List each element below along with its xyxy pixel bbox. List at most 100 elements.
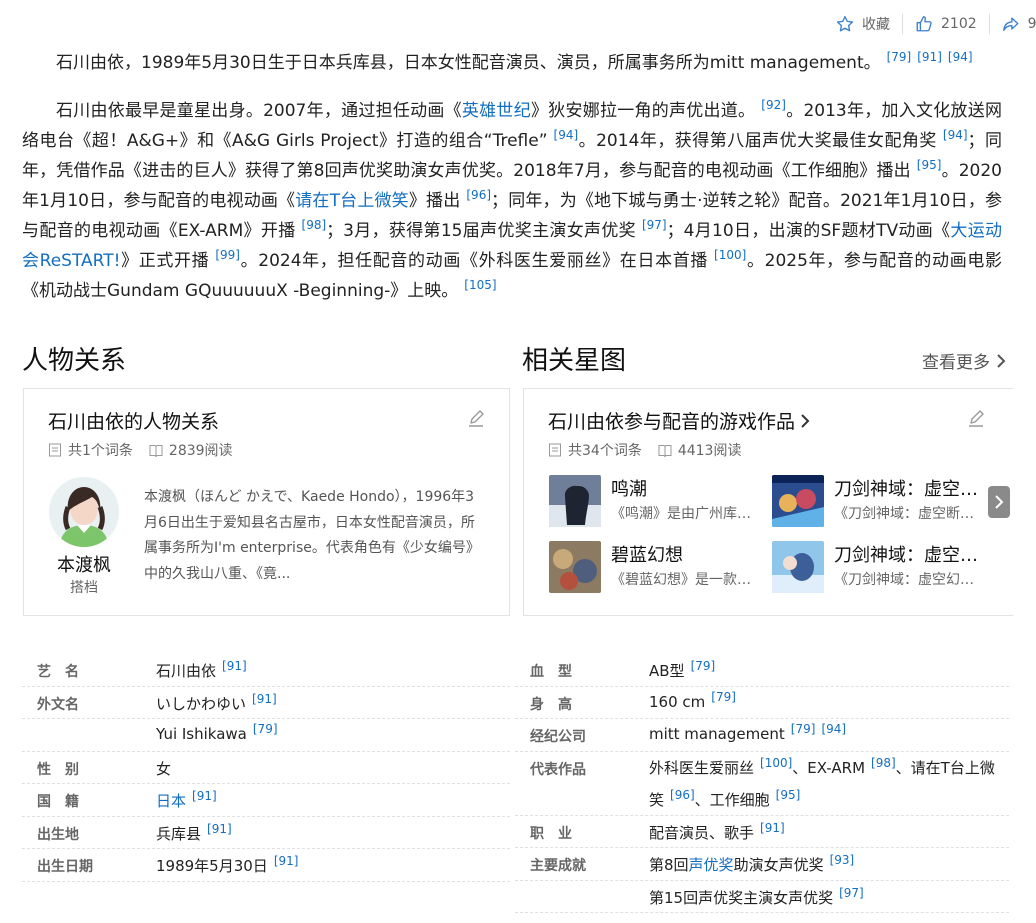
citation-ref[interactable]: [94] — [948, 50, 973, 64]
info-key: 出生日期 — [37, 859, 93, 875]
person-name[interactable]: 本渡枫 — [34, 551, 134, 577]
view-more-label: 查看更多 — [922, 353, 990, 373]
info-row: 血 型 AB型 [79] — [515, 654, 1009, 687]
avatar[interactable] — [49, 477, 119, 547]
info-row: 经纪公司 mitt management [79] [94] — [515, 719, 1009, 752]
inline-link[interactable]: 英雄世纪 — [462, 101, 531, 121]
text-segment: 外科医生爱丽丝 — [649, 758, 755, 777]
action-bar: 收藏 2102 98 — [836, 12, 1036, 36]
info-value: 石川由依 [91] — [156, 660, 247, 681]
text-segment: 石川由依 — [156, 662, 217, 680]
inline-link[interactable]: 声优奖 — [689, 856, 734, 874]
citation-ref[interactable]: [79] — [691, 659, 716, 673]
citation-ref[interactable]: [79] — [253, 722, 278, 736]
info-row: 外文名 いしかわゆい [91] — [22, 687, 510, 719]
info-value: 配音演员、歌手 [91] — [649, 822, 785, 843]
carousel-next-button[interactable] — [988, 486, 1010, 518]
game-name: 鸣潮 — [611, 479, 647, 500]
relation-card-title[interactable]: 石川由依的人物关系 — [48, 407, 219, 434]
info-row: 身 高 160 cm [79] — [515, 687, 1009, 719]
citation-ref[interactable]: [97] — [642, 218, 667, 232]
person-role: 搭档 — [70, 580, 98, 596]
star-card-meta: 共34个词条 4413阅读 — [548, 440, 741, 460]
citation-ref[interactable]: [91] — [274, 854, 299, 868]
game-name: 刀剑神域：虚空断章 — [834, 479, 984, 500]
game-thumbnail — [549, 541, 601, 593]
citation-ref[interactable]: [79] — [791, 722, 816, 736]
favorite-button[interactable]: 收藏 — [836, 14, 890, 34]
citation-ref[interactable]: [92] — [761, 98, 786, 112]
info-column-left: 艺 名 石川由依 [91] 外文名 いしかわゆい [91] Yui Ishikawa [79]… — [22, 654, 510, 882]
info-row: 出生日期 1989年5月30日 [91] — [22, 849, 510, 882]
game-item[interactable]: 刀剑神域：虚空断章 《刀剑神域：虚空断章》... — [772, 475, 987, 529]
game-item[interactable]: 碧蓝幻想 《碧蓝幻想》是一款由... — [549, 541, 764, 595]
text-segment: 助演女声优奖 — [733, 856, 824, 874]
citation-ref[interactable]: [79] — [887, 50, 912, 64]
info-value: 外科医生爱丽丝 [100]、EX-ARM [98]、请在T台上微笑 [96]、工作细胞… — [649, 752, 1004, 816]
text-segment: 1989年5月30日 — [156, 857, 268, 875]
game-item[interactable]: 鸣潮 《鸣潮》是由广州库洛科技... — [549, 475, 764, 529]
divider — [988, 14, 990, 34]
game-thumbnail — [549, 475, 601, 527]
citation-ref[interactable]: [91] — [917, 50, 942, 64]
citation-ref[interactable]: [98] — [302, 218, 327, 232]
star-card-title-link[interactable]: 石川由依参与配音的游戏作品 — [548, 407, 811, 434]
info-key: 性 别 — [37, 761, 79, 778]
citation-ref[interactable]: [100] — [760, 756, 792, 770]
citation-ref[interactable]: [98] — [871, 756, 896, 770]
text-segment: 第15回声优奖主演女声优奖 — [649, 888, 834, 907]
citation-ref[interactable]: [94] — [821, 722, 846, 736]
info-key: 职 业 — [530, 825, 572, 842]
citation-ref[interactable]: [97] — [839, 886, 864, 900]
star-icon — [836, 15, 854, 32]
person-description: 本渡枫（ほんど かえで、Kaede Hondo），1996年3月6日出生于爱知县… — [144, 489, 480, 582]
inline-link[interactable]: 请在T台上微笑 — [295, 191, 409, 211]
game-desc: 《鸣潮》是由广州库洛科技... — [611, 506, 761, 522]
text-segment: 、EX-ARM — [792, 758, 866, 777]
text-segment: 160 cm — [649, 692, 706, 711]
info-row: 职 业 配音演员、歌手 [91] — [515, 816, 1009, 848]
citation-ref[interactable]: [91] — [207, 822, 232, 836]
citation-ref[interactable]: [94] — [943, 128, 968, 142]
share-count: 98 — [1027, 16, 1036, 32]
citation-ref[interactable]: [105] — [464, 278, 496, 292]
info-row: 性 别女 — [22, 752, 510, 784]
edit-icon[interactable] — [966, 409, 986, 429]
citation-ref[interactable]: [96] — [670, 788, 695, 802]
text-segment: 兵库县 — [156, 824, 202, 843]
inline-link[interactable]: 日本 — [156, 792, 186, 810]
like-button[interactable]: 2102 — [915, 15, 977, 33]
chevron-right-icon — [801, 413, 810, 428]
citation-ref[interactable]: [93] — [830, 853, 855, 867]
view-more-link[interactable]: 查看更多 — [922, 348, 1008, 373]
text-segment: 、工作细胞 — [694, 790, 770, 809]
citation-ref[interactable]: [99] — [215, 248, 240, 262]
share-button[interactable]: 98 — [1002, 15, 1036, 33]
citation-ref[interactable]: [95] — [776, 788, 801, 802]
citation-ref[interactable]: [91] — [192, 789, 217, 803]
favorite-label: 收藏 — [862, 17, 890, 33]
info-value: 日本 [91] — [156, 790, 217, 811]
citation-ref[interactable]: [91] — [252, 692, 277, 706]
info-row: Yui Ishikawa [79] — [22, 719, 510, 752]
game-item[interactable]: 刀剑神域：虚空幻界 《刀剑神域：虚空幻界》... — [772, 541, 987, 595]
text-segment: 》狄安娜拉一角的声优出道。 — [530, 101, 756, 121]
text-segment: Yui Ishikawa — [156, 725, 247, 743]
citation-ref[interactable]: [91] — [760, 821, 785, 835]
text-segment: 。2014年，获得第八届声优大奖最佳女配角奖 — [578, 131, 937, 151]
citation-ref[interactable]: [95] — [917, 158, 942, 172]
info-key: 主要成就 — [530, 858, 586, 874]
game-desc: 《刀剑神域：虚空断章》... — [834, 506, 984, 522]
info-key: 身 高 — [530, 696, 572, 713]
edit-icon[interactable] — [466, 409, 486, 429]
info-column-right: 血 型 AB型 [79] 身 高 160 cm [79] 经纪公司 mitt manageme… — [515, 654, 1009, 913]
citation-ref[interactable]: [100] — [714, 248, 746, 262]
info-value: 女 — [156, 758, 171, 779]
citation-ref[interactable]: [91] — [222, 659, 247, 673]
citation-ref[interactable]: [79] — [711, 690, 736, 704]
citation-ref[interactable]: [94] — [554, 128, 579, 142]
share-icon — [1002, 17, 1019, 31]
person-photo — [49, 477, 119, 547]
citation-ref[interactable]: [96] — [466, 188, 491, 202]
text-segment: 女 — [156, 759, 172, 778]
